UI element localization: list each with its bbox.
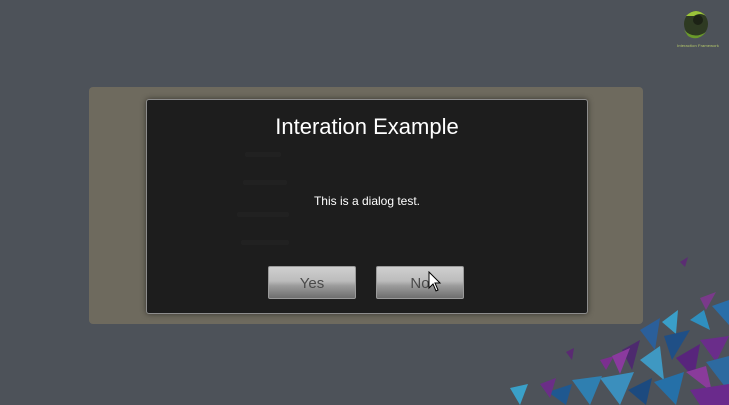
background-form-hint	[245, 152, 281, 157]
desktop-background: Interaction Framework Interation Example…	[0, 0, 729, 405]
dialog-box: Interation Example This is a dialog test…	[146, 99, 588, 314]
background-form-hint	[243, 180, 287, 185]
background-form-hint	[237, 212, 289, 217]
dialog-title: Interation Example	[275, 114, 459, 139]
yes-button[interactable]: Yes	[268, 266, 356, 299]
logo-text: Interaction Framework	[677, 43, 719, 48]
app-logo: Interaction Framework	[672, 6, 724, 52]
background-form-hint	[241, 240, 289, 245]
no-button[interactable]: No	[376, 266, 464, 299]
green-logo-icon	[684, 11, 708, 39]
dialog-message: This is a dialog test.	[313, 194, 421, 208]
mouse-pointer-icon	[428, 271, 442, 292]
